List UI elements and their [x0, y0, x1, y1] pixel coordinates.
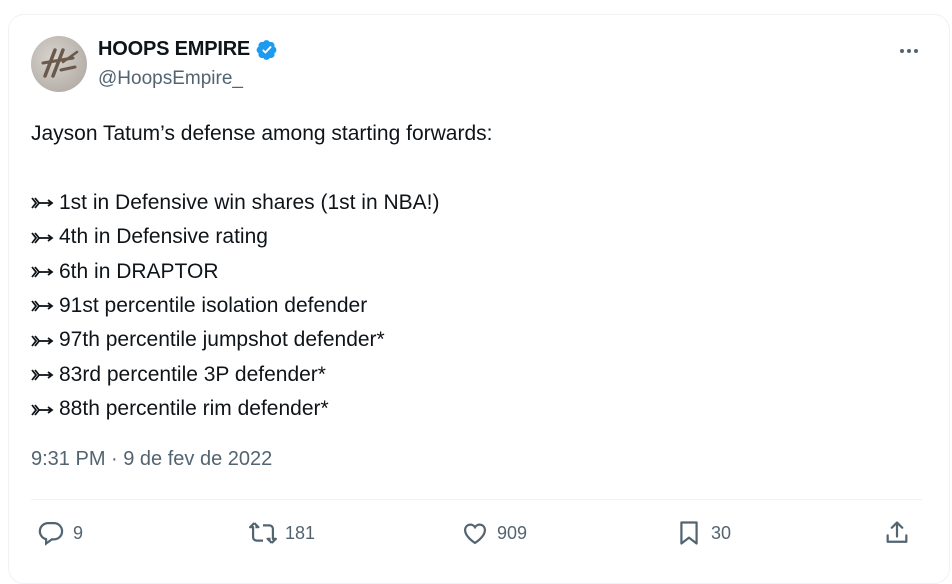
retweet-icon — [249, 522, 277, 544]
reply-button[interactable]: 9 — [37, 514, 83, 552]
author-display-name[interactable]: HOOPS EMPIRE — [98, 38, 250, 61]
reply-count: 9 — [73, 522, 84, 543]
arrow-right-icon — [31, 404, 54, 416]
retweet-count: 181 — [285, 522, 316, 543]
list-item: 6th in DRAPTOR — [31, 255, 492, 289]
bookmark-icon — [680, 521, 698, 545]
like-button[interactable]: 909 — [461, 514, 527, 552]
arrow-right-icon — [31, 335, 54, 347]
like-count: 909 — [497, 522, 528, 543]
tweet-intro: Jayson Tatum’s defense among starting fo… — [31, 122, 493, 145]
tweet-timestamp[interactable]: 9:31 PM · 9 de fev de 2022 — [31, 448, 272, 471]
list-item: 1st in Defensive win shares (1st in NBA!… — [31, 186, 492, 220]
hoops-empire-logo — [41, 48, 79, 78]
list-item: 91st percentile isolation defender — [31, 289, 492, 323]
author-handle[interactable]: @HoopsEmpire_ — [98, 68, 243, 90]
list-item: 83rd percentile 3P defender* — [31, 358, 492, 392]
list-item-text: 6th in DRAPTOR — [59, 259, 219, 283]
arrow-right-icon — [31, 369, 54, 381]
list-item: 4th in Defensive rating — [31, 220, 492, 254]
divider — [31, 499, 922, 500]
bookmark-count: 30 — [711, 522, 732, 543]
arrow-right-icon — [31, 197, 54, 209]
tweet-actions-bar: 9 181 909 30 — [31, 514, 922, 552]
arrow-right-icon — [31, 300, 54, 312]
list-item-text: 91st percentile isolation defender — [59, 293, 368, 317]
list-item: 97th percentile jumpshot defender* — [31, 323, 492, 357]
share-button[interactable] — [883, 514, 911, 552]
author-name-row[interactable]: HOOPS EMPIRE — [98, 38, 278, 61]
list-item-text: 83rd percentile 3P defender* — [59, 362, 326, 386]
list-item-text: 1st in Defensive win shares (1st in NBA!… — [59, 190, 440, 214]
retweet-button[interactable]: 181 — [249, 514, 315, 552]
list-item: 88th percentile rim defender* — [31, 392, 492, 426]
list-item-text: 88th percentile rim defender* — [59, 397, 329, 421]
heart-icon — [463, 523, 487, 545]
arrow-right-icon — [31, 232, 54, 244]
more-dots-icon[interactable] — [894, 40, 924, 62]
share-icon — [886, 521, 908, 543]
reply-icon — [38, 521, 64, 546]
list-item-text: 97th percentile jumpshot defender* — [59, 328, 385, 352]
bookmark-button[interactable]: 30 — [675, 514, 731, 552]
list-item-text: 4th in Defensive rating — [59, 225, 268, 249]
avatar[interactable] — [31, 36, 87, 92]
tweet-text: Jayson Tatum’s defense among starting fo… — [31, 117, 492, 427]
arrow-right-icon — [31, 266, 54, 278]
verified-badge-icon — [256, 39, 277, 60]
